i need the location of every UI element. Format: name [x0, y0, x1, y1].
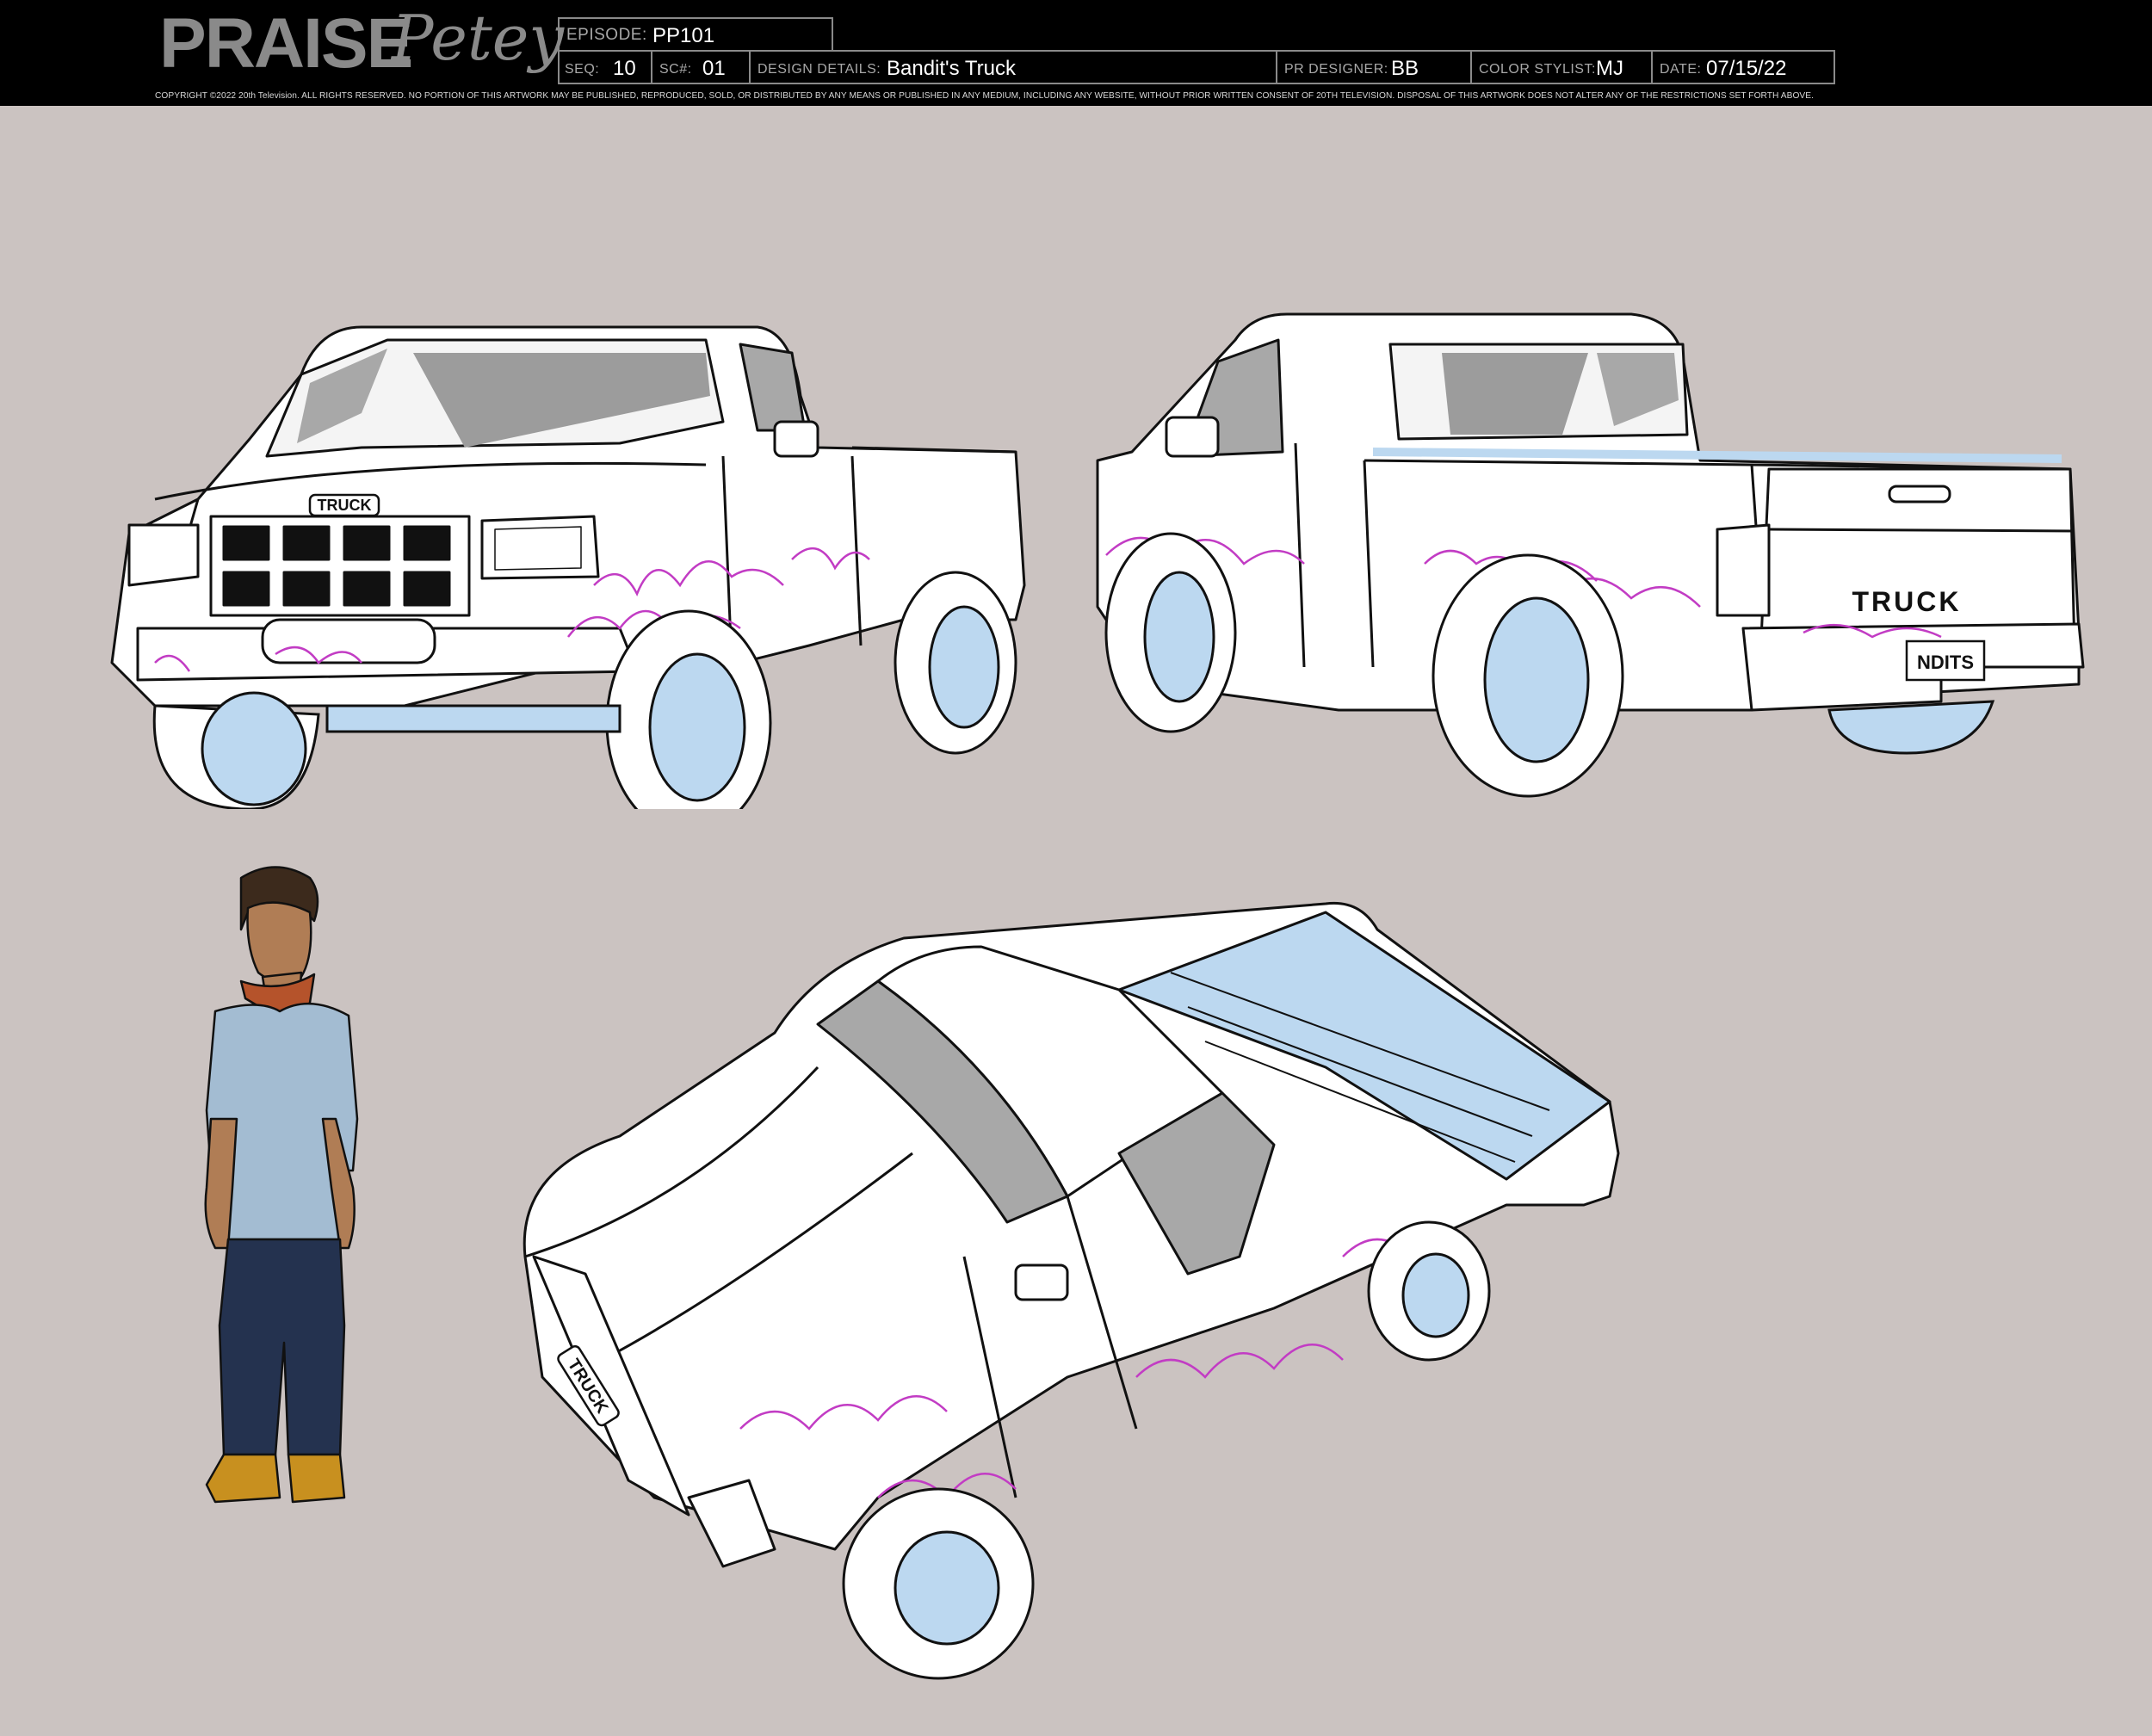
truck-top-down-view: TRUCK [523, 901, 1620, 1680]
color-stylist-cell: COLOR STYLIST: MJ [1470, 50, 1653, 84]
color-stylist-label: COLOR STYLIST: [1479, 62, 1596, 77]
designer-cell: PR DESIGNER: BB [1276, 50, 1472, 84]
episode-value: PP101 [652, 24, 715, 47]
seq-label: SEQ: [565, 62, 600, 77]
rear-tailgate-lettering: TRUCK [1852, 586, 1962, 617]
color-stylist-value: MJ [1596, 57, 1623, 80]
rear-license-plate: NDITS [1917, 652, 1974, 673]
designer-value: BB [1391, 57, 1419, 80]
episode-cell: EPISODE: PP101 [558, 17, 833, 52]
logo-word-petey: Petey [392, 2, 565, 74]
design-details-value: Bandit's Truck [887, 57, 1016, 80]
date-cell: DATE: 07/15/22 [1651, 50, 1835, 84]
copyright-notice: COPYRIGHT ©2022 20th Television. ALL RIG… [155, 91, 1815, 101]
truck-rear-three-quarter-view: TRUCK NDITS [1096, 312, 2085, 798]
scene-cell: SC#: 01 [651, 50, 751, 84]
date-value: 07/15/22 [1706, 57, 1787, 80]
logo-word-praise: PRAISE [159, 4, 413, 83]
truck-front-three-quarter-view: TRUCK [110, 325, 1026, 809]
design-details-label: DESIGN DETAILS: [758, 62, 881, 77]
front-grille-badge: TRUCK [318, 497, 372, 514]
seq-cell: SEQ: 10 [558, 50, 652, 84]
date-label: DATE: [1660, 62, 1702, 77]
bandit-character-turnaround [204, 866, 359, 1504]
seq-value: 10 [613, 57, 636, 80]
scene-label: SC#: [659, 62, 692, 77]
slate-header: PRAISE Petey EPISODE: PP101 SEQ: 10 SC#:… [0, 0, 2152, 106]
scene-value: 01 [702, 57, 726, 80]
designer-label: PR DESIGNER: [1284, 62, 1388, 77]
design-details-cell: DESIGN DETAILS: Bandit's Truck [749, 50, 1277, 84]
episode-label: EPISODE: [566, 26, 647, 44]
